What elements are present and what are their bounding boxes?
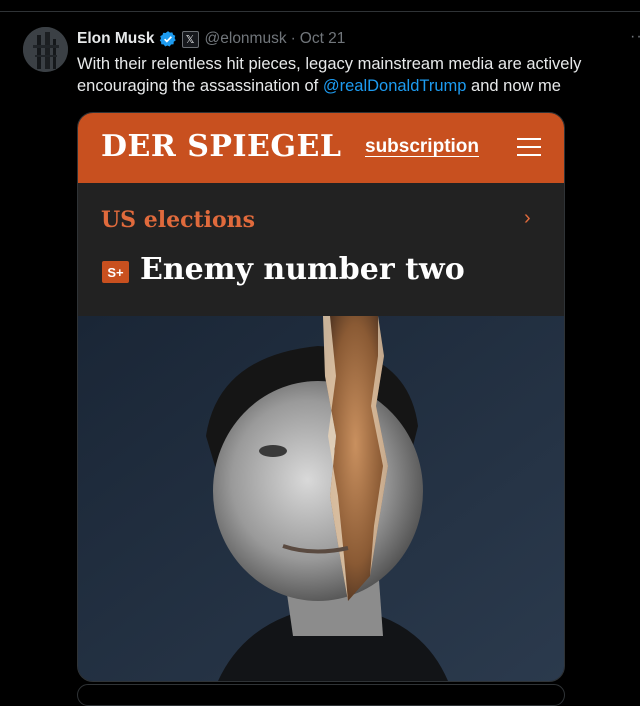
article-category: US elections xyxy=(101,207,256,233)
author-handle[interactable]: @elonmusk xyxy=(205,30,287,48)
tweet[interactable]: Elon Musk 𝕏 @elonmusk · Oct 21 ··· With … xyxy=(0,12,640,693)
tweet-header: Elon Musk 𝕏 @elonmusk · Oct 21 xyxy=(77,28,345,50)
spiegel-header-bar: DER SPIEGEL subscription xyxy=(78,113,564,183)
spiegel-plus-badge: S+ xyxy=(102,261,129,283)
separator: · xyxy=(290,30,296,47)
avatar[interactable] xyxy=(23,27,68,72)
next-media-card xyxy=(77,684,565,706)
article-headline: Enemy number two xyxy=(140,252,465,287)
article-header: US elections › S+ Enemy number two xyxy=(78,183,564,316)
author-name[interactable]: Elon Musk xyxy=(77,30,155,48)
chevron-right-icon: › xyxy=(524,207,531,229)
tweet-text: With their relentless hit pieces, legacy… xyxy=(77,53,632,97)
verified-icon xyxy=(159,31,176,47)
tweet-date[interactable]: Oct 21 xyxy=(300,30,346,48)
tweet-text-end: and now me xyxy=(466,77,561,95)
subscription-link: subscription xyxy=(365,136,480,157)
spiegel-logo: DER SPIEGEL xyxy=(101,129,342,164)
more-options-icon[interactable]: ··· xyxy=(630,28,640,46)
article-photo xyxy=(78,316,564,681)
hamburger-menu-icon xyxy=(517,138,541,158)
mention-link[interactable]: @realDonaldTrump xyxy=(323,77,467,95)
tweet-media[interactable]: DER SPIEGEL subscription US elections › … xyxy=(77,112,565,682)
x-affiliate-icon: 𝕏 xyxy=(181,30,199,48)
